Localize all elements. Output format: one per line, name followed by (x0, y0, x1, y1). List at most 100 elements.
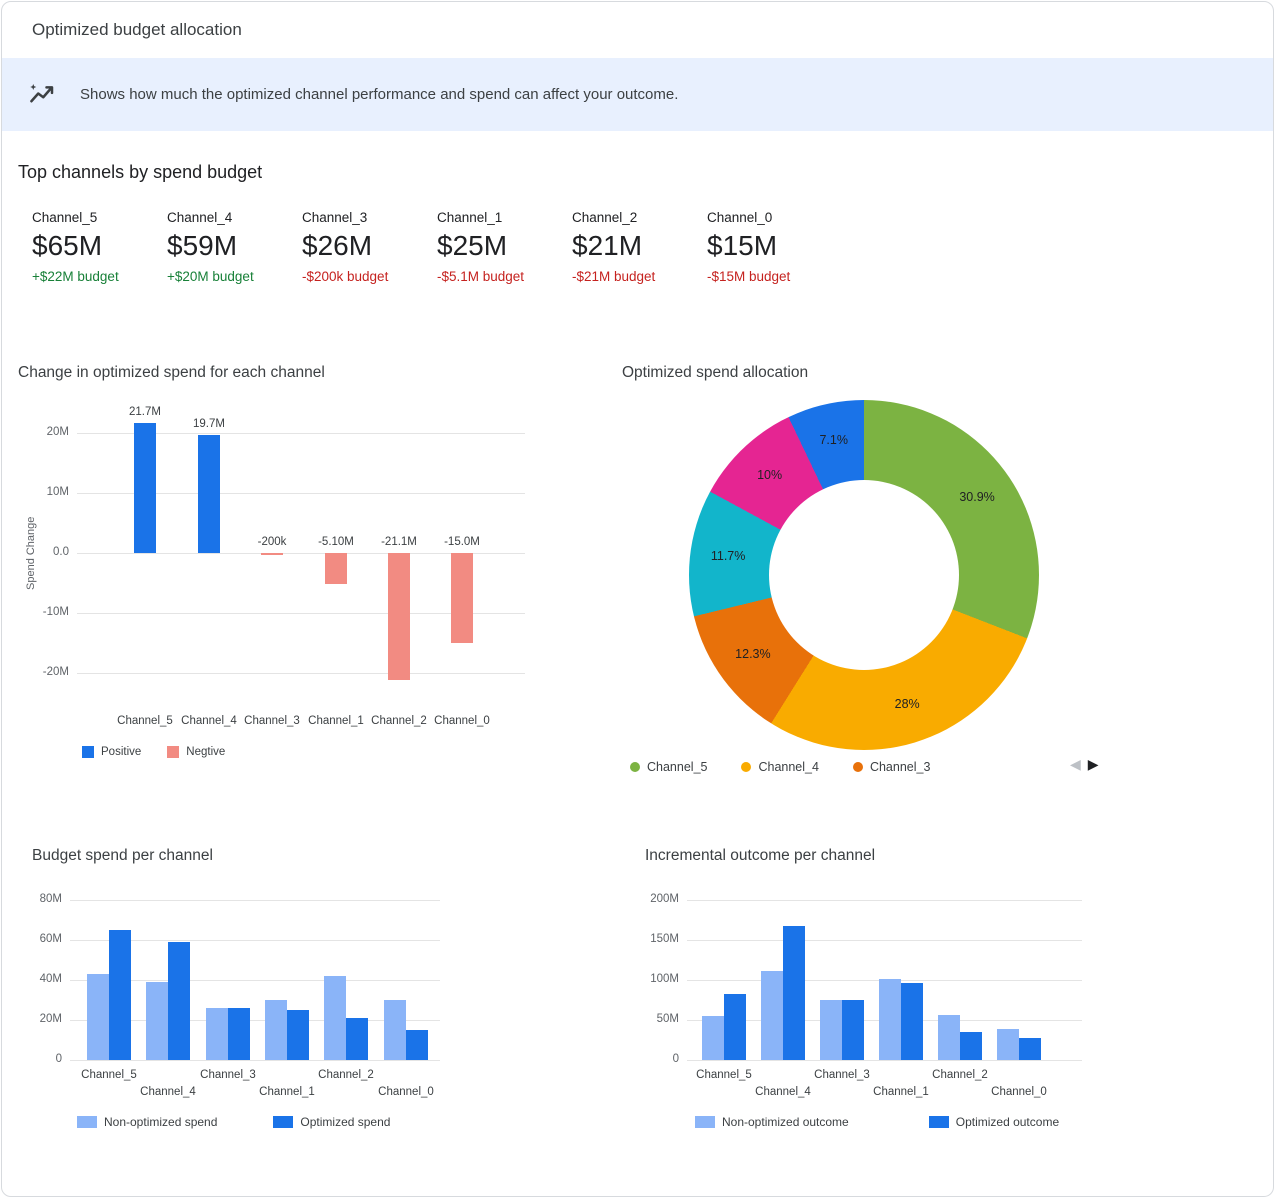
kpi-spend-value: $26M (302, 230, 437, 262)
donut-chart: 30.9%28%12.3%11.7%10%7.1% (689, 400, 1039, 750)
top-channel-cards: Channel_5$65M+$22M budgetChannel_4$59M+$… (32, 210, 842, 284)
channel-kpi-card: Channel_1$25M-$5.1M budget (437, 210, 572, 284)
grouped-bar (938, 1015, 960, 1060)
x-axis-label: Channel_5 (690, 1069, 758, 1081)
y-axis-tick: 200M (639, 893, 679, 905)
spend-change-bar (198, 435, 220, 553)
x-axis-label: Channel_4 (749, 1086, 817, 1098)
donut-hole (769, 480, 959, 670)
legend-label: Channel_3 (870, 760, 930, 774)
spend-change-bar (451, 553, 473, 643)
bar-value-label: -5.10M (304, 536, 368, 548)
slice-percentage-label: 7.1% (804, 433, 864, 447)
gridline (687, 1060, 1082, 1061)
spend-change-bar (388, 553, 410, 680)
kpi-channel-name: Channel_1 (437, 210, 572, 225)
top-channels-title: Top channels by spend budget (18, 162, 262, 183)
x-axis-label: Channel_5 (75, 1069, 143, 1081)
y-axis-tick: -20M (29, 666, 69, 678)
legend-item: Negtive (167, 746, 225, 758)
legend-swatch (273, 1116, 293, 1128)
slice-percentage-label: 30.9% (947, 490, 1007, 504)
y-axis-tick: 10M (29, 486, 69, 498)
bar-value-label: -15.0M (430, 536, 494, 548)
kpi-channel-name: Channel_3 (302, 210, 437, 225)
channel-kpi-card: Channel_3 $26M -$200k budget (302, 210, 437, 284)
grouped-bar (406, 1030, 428, 1060)
grouped-bar (901, 983, 923, 1060)
legend-item: Positive (82, 746, 141, 758)
optimized-budget-allocation-card: Optimized budget allocation Shows how mu… (1, 1, 1274, 1197)
legend-swatch (929, 1116, 949, 1128)
y-axis-tick: -10M (29, 606, 69, 618)
incremental-outcome-plot: 050M100M150M200MChannel_5Channel_4Channe… (687, 900, 1082, 1060)
info-banner: Shows how much the optimized channel per… (2, 58, 1273, 131)
budget-spend-chart-title: Budget spend per channel (32, 847, 477, 865)
x-axis-label: Channel_1 (302, 715, 370, 727)
grouped-bar (1019, 1038, 1041, 1060)
legend-dot (853, 762, 863, 772)
kpi-budget-delta: -$21M budget (572, 269, 707, 284)
x-axis-label: Channel_2 (312, 1069, 380, 1081)
gridline (70, 900, 440, 901)
budget-spend-plot: 020M40M60M80MChannel_5Channel_4Channel_3… (70, 900, 440, 1060)
spend-allocation-chart-title: Optimized spend allocation (622, 364, 1182, 382)
x-axis-label: Channel_0 (372, 1086, 440, 1098)
grouped-bar (168, 942, 190, 1060)
channel-kpi-card: Channel_0$15M-$15M budget (707, 210, 842, 284)
kpi-channel-name: Channel_4 (167, 210, 302, 225)
grouped-bar (761, 971, 783, 1060)
banner-text: Shows how much the optimized channel per… (80, 86, 678, 103)
spend-change-plot: Spend Change 20M10M0.0-10M-20M21.7MChann… (77, 403, 525, 703)
y-axis-tick: 0 (22, 1053, 62, 1065)
spend-change-bar (325, 553, 347, 584)
spend-change-bar (261, 553, 283, 555)
legend-item: Channel_3 (853, 760, 930, 774)
kpi-budget-delta: +$20M budget (167, 269, 302, 284)
slice-percentage-label: 12.3% (723, 647, 783, 661)
bar-value-label: 21.7M (113, 406, 177, 418)
slice-percentage-label: 11.7% (698, 549, 758, 563)
y-axis-tick: 50M (639, 1013, 679, 1025)
grouped-bar (783, 926, 805, 1060)
grouped-bar (960, 1032, 982, 1060)
x-axis-label: Channel_0 (428, 715, 496, 727)
legend-swatch (167, 746, 179, 758)
y-axis-tick: 0.0 (29, 546, 69, 558)
grouped-bar (842, 1000, 864, 1060)
kpi-spend-value: $15M (707, 230, 842, 262)
y-axis-tick: 40M (22, 973, 62, 985)
grouped-bar (384, 1000, 406, 1060)
donut-legend: Channel_5Channel_4Channel_3 (630, 760, 930, 774)
y-axis-tick: 60M (22, 933, 62, 945)
legend-label: Non-optimized spend (104, 1115, 217, 1129)
legend-next-icon[interactable]: ▶ (1088, 756, 1099, 773)
budget-spend-chart: Budget spend per channel 020M40M60M80MCh… (32, 847, 477, 1147)
kpi-budget-delta: -$15M budget (707, 269, 842, 284)
y-axis-tick: 20M (29, 426, 69, 438)
kpi-spend-value: $25M (437, 230, 572, 262)
legend-swatch (77, 1116, 97, 1128)
legend-dot (741, 762, 751, 772)
grouped-bar (879, 979, 901, 1060)
grouped-bar (206, 1008, 228, 1060)
x-axis-label: Channel_3 (808, 1069, 876, 1081)
kpi-spend-value: $65M (32, 230, 167, 262)
legend-pagination: ◀ ▶ (1070, 756, 1099, 773)
legend-label: Non-optimized outcome (722, 1115, 849, 1129)
legend-swatch (82, 746, 94, 758)
legend-label: Channel_4 (758, 760, 818, 774)
legend-item: Optimized spend (273, 1115, 390, 1129)
y-axis-tick: 80M (22, 893, 62, 905)
legend-label: Positive (101, 746, 141, 758)
x-axis-label: Channel_4 (175, 715, 243, 727)
channel-kpi-card: Channel_2$21M-$21M budget (572, 210, 707, 284)
spend-allocation-chart: Optimized spend allocation 30.9%28%12.3%… (622, 364, 1182, 794)
y-axis-tick: 0 (639, 1053, 679, 1065)
spend-change-chart: Change in optimized spend for each chann… (18, 364, 578, 784)
grouped-bar (702, 1016, 724, 1060)
legend-prev-icon[interactable]: ◀ (1070, 756, 1081, 773)
x-axis-label: Channel_2 (365, 715, 433, 727)
gridline (70, 1060, 440, 1061)
kpi-budget-delta: -$200k budget (302, 269, 437, 284)
